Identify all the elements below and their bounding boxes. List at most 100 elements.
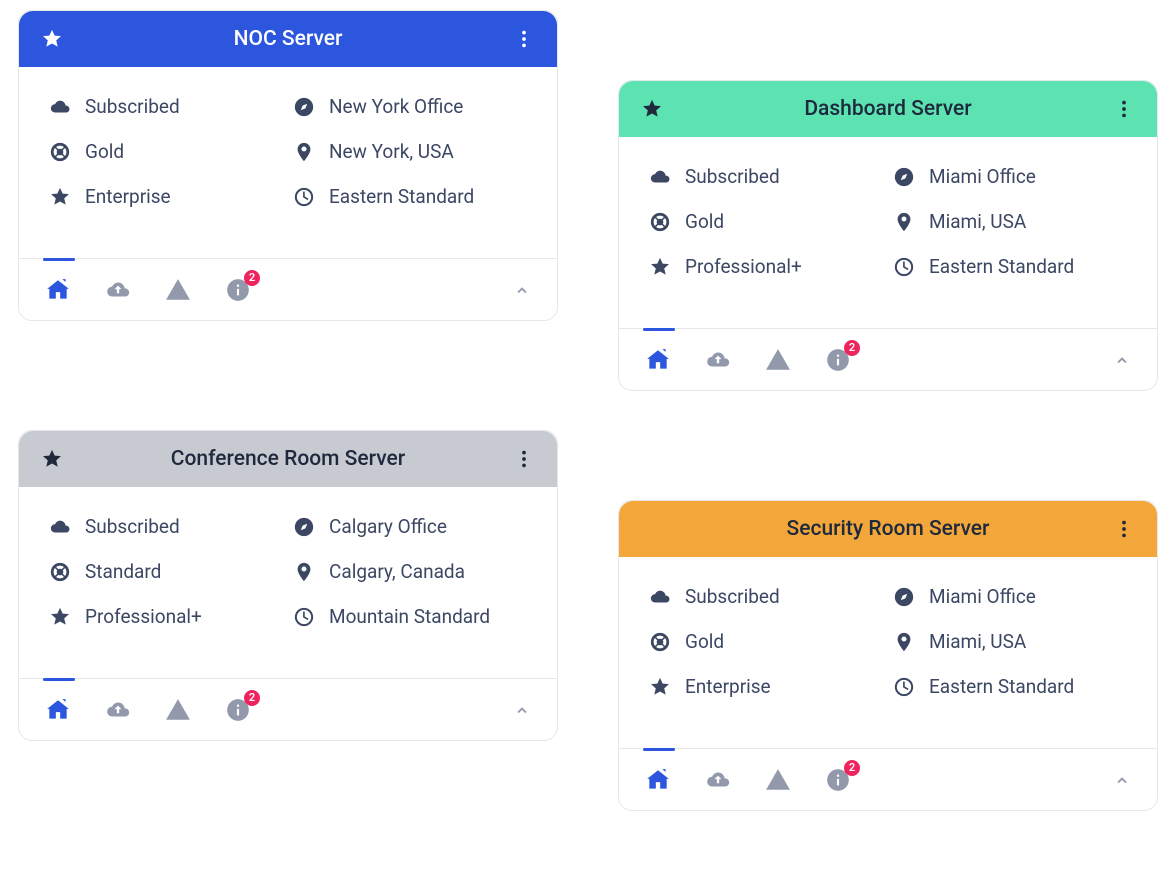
more-menu-icon[interactable] [513,448,535,470]
more-menu-icon[interactable] [513,28,535,50]
tab-active-indicator [43,258,75,261]
info-label: Gold [85,140,124,163]
pin-icon [893,211,915,233]
info-location: Miami, USA [893,630,1127,653]
server-card-noc: NOC Server Subscribed New York Office Go… [18,10,558,321]
card-footer: 2 [619,328,1157,390]
info-label: Calgary, Canada [329,560,465,583]
server-card-dashboard: Dashboard Server Subscribed Miami Office… [618,80,1158,391]
compass-icon [293,516,315,538]
info-label: Eastern Standard [929,255,1074,278]
card-footer: 2 [619,748,1157,810]
card-body: Subscribed Calgary Office Standard Calga… [19,487,557,678]
lifering-icon [49,141,71,163]
info-label: Miami Office [929,165,1036,188]
info-label: Gold [685,630,724,653]
info-timezone: Eastern Standard [893,255,1127,278]
info-badge: 2 [244,270,260,286]
info-label: Standard [85,560,161,583]
star-icon [49,606,71,628]
lifering-icon [49,561,71,583]
card-title: Dashboard Server [663,97,1113,121]
tab-home[interactable] [643,347,673,373]
star-icon[interactable] [41,28,63,50]
info-plan: Enterprise [649,675,883,698]
tab-home[interactable] [643,767,673,793]
info-label: New York Office [329,95,463,118]
compass-icon [893,166,915,188]
pin-icon [893,631,915,653]
lifering-icon [649,211,671,233]
info-label: New York, USA [329,140,454,163]
card-header: Security Room Server [619,501,1157,557]
card-header: Dashboard Server [619,81,1157,137]
star-icon[interactable] [641,98,663,120]
info-label: Mountain Standard [329,605,490,628]
tab-info[interactable]: 2 [823,767,853,793]
more-menu-icon[interactable] [1113,98,1135,120]
cloud-icon [649,586,671,608]
footer-tabs: 2 [643,347,853,373]
info-label: Miami, USA [929,210,1026,233]
tab-home[interactable] [43,697,73,723]
info-office: Miami Office [893,585,1127,608]
star-icon[interactable] [41,448,63,470]
info-location: Miami, USA [893,210,1127,233]
collapse-toggle-icon[interactable] [511,699,533,721]
tab-alerts[interactable] [163,697,193,723]
tab-info[interactable]: 2 [223,277,253,303]
info-timezone: Eastern Standard [293,185,527,208]
card-title: NOC Server [63,27,513,51]
card-footer: 2 [19,258,557,320]
cloud-icon [49,516,71,538]
info-badge: 2 [844,340,860,356]
cloud-icon [49,96,71,118]
info-location: New York, USA [293,140,527,163]
compass-icon [293,96,315,118]
info-subscription: Subscribed [49,95,283,118]
tab-active-indicator [643,748,675,751]
info-label: Miami Office [929,585,1036,608]
tab-info[interactable]: 2 [223,697,253,723]
info-label: Enterprise [85,185,171,208]
card-footer: 2 [19,678,557,740]
card-body: Subscribed Miami Office Gold Miami, USA … [619,137,1157,328]
pin-icon [293,561,315,583]
tab-upload[interactable] [103,697,133,723]
info-subscription: Subscribed [649,165,883,188]
info-timezone: Mountain Standard [293,605,527,628]
collapse-toggle-icon[interactable] [1111,349,1133,371]
info-label: Miami, USA [929,630,1026,653]
info-label: Eastern Standard [929,675,1074,698]
clock-icon [293,606,315,628]
clock-icon [293,186,315,208]
card-body: Subscribed New York Office Gold New York… [19,67,557,258]
tab-upload[interactable] [103,277,133,303]
cloud-icon [649,166,671,188]
star-icon [649,256,671,278]
star-icon [49,186,71,208]
card-title: Security Room Server [663,517,1113,541]
server-card-conference: Conference Room Server Subscribed Calgar… [18,430,558,741]
card-body: Subscribed Miami Office Gold Miami, USA … [619,557,1157,748]
tab-upload[interactable] [703,767,733,793]
info-support: Gold [649,630,883,653]
tab-alerts[interactable] [763,767,793,793]
info-label: Gold [685,210,724,233]
info-plan: Professional+ [649,255,883,278]
collapse-toggle-icon[interactable] [1111,769,1133,791]
tab-alerts[interactable] [163,277,193,303]
footer-tabs: 2 [643,767,853,793]
tab-info[interactable]: 2 [823,347,853,373]
tab-alerts[interactable] [763,347,793,373]
tab-home[interactable] [43,277,73,303]
info-label: Professional+ [685,255,802,278]
lifering-icon [649,631,671,653]
collapse-toggle-icon[interactable] [511,279,533,301]
footer-tabs: 2 [43,697,253,723]
more-menu-icon[interactable] [1113,518,1135,540]
tab-upload[interactable] [703,347,733,373]
tab-active-indicator [643,328,675,331]
info-label: Calgary Office [329,515,447,538]
pin-icon [293,141,315,163]
